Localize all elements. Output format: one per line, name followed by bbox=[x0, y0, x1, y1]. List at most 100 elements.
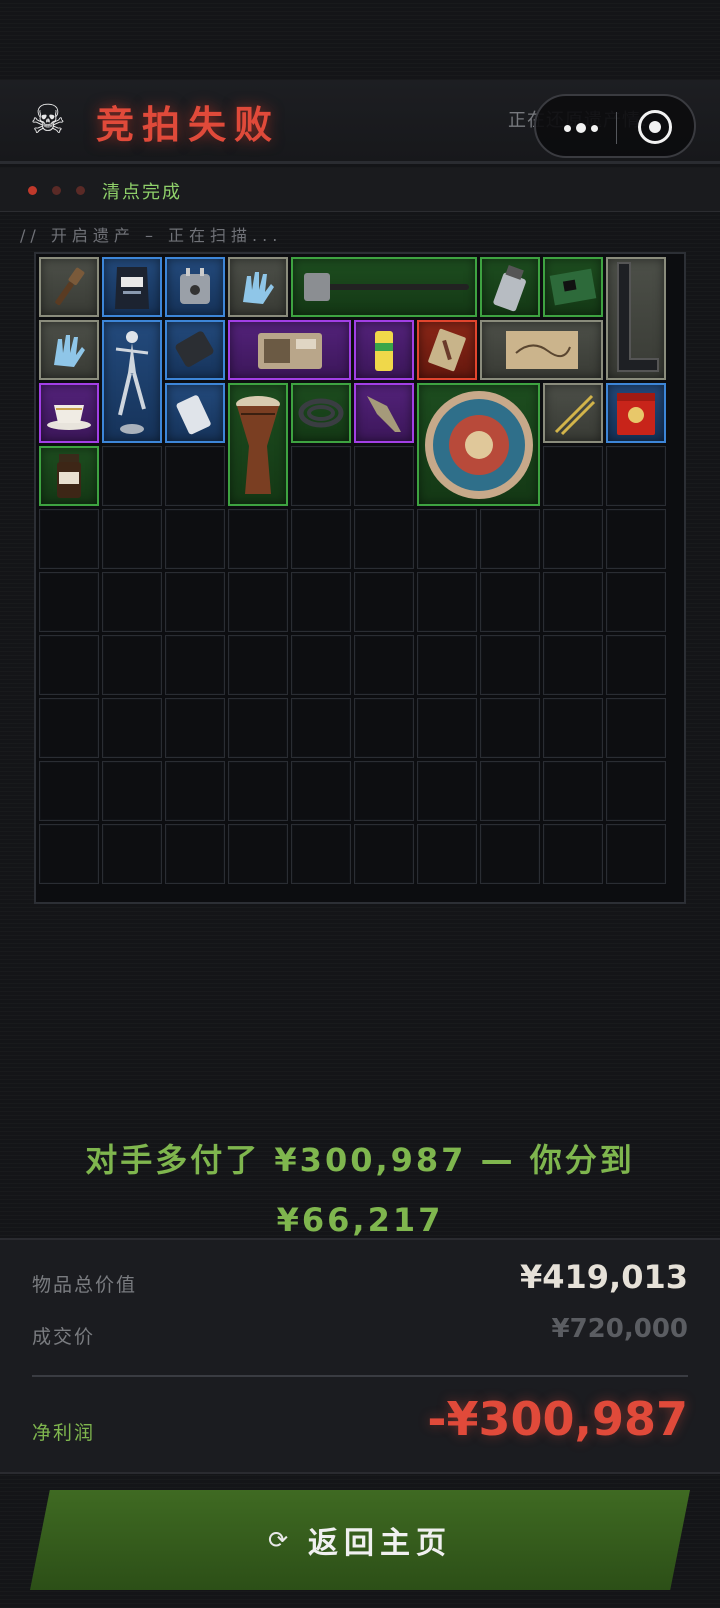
inventory-slot bbox=[102, 635, 162, 695]
inventory-slot bbox=[165, 698, 225, 758]
stage-label: 清点完成 bbox=[102, 182, 182, 203]
item-vintage-radio[interactable] bbox=[228, 320, 351, 380]
inventory-slot bbox=[543, 698, 603, 758]
ballerina-statue-icon bbox=[115, 330, 149, 434]
inventory-slot bbox=[102, 446, 162, 506]
teacup-icon bbox=[47, 405, 91, 430]
inventory-slot bbox=[102, 698, 162, 758]
coffee-bag-icon bbox=[115, 267, 149, 309]
stage-dot-3 bbox=[76, 186, 85, 195]
inventory-slot bbox=[417, 761, 477, 821]
item-metal-bracket[interactable] bbox=[606, 257, 666, 380]
item-coffee-bag[interactable] bbox=[102, 257, 162, 317]
red-tin-box-icon bbox=[617, 393, 655, 435]
travel-adapter-icon bbox=[180, 268, 210, 304]
inventory-slot bbox=[543, 824, 603, 884]
inventory-slot bbox=[291, 509, 351, 569]
chopsticks-icon bbox=[554, 394, 596, 436]
skull-icon: ☠ bbox=[30, 97, 66, 143]
inventory-slot bbox=[480, 761, 540, 821]
inventory-slot bbox=[102, 761, 162, 821]
sledgehammer-icon bbox=[304, 273, 469, 301]
inventory-slot bbox=[228, 824, 288, 884]
drink-can-icon bbox=[375, 331, 393, 371]
more-dots-icon[interactable] bbox=[556, 116, 606, 140]
inventory-slot bbox=[39, 698, 99, 758]
inventory-slot bbox=[354, 824, 414, 884]
item-coiled-hose[interactable] bbox=[291, 383, 351, 443]
item-old-map[interactable] bbox=[480, 320, 603, 380]
item-ballerina-statue[interactable] bbox=[102, 320, 162, 443]
item-drink-can[interactable] bbox=[354, 320, 414, 380]
inventory-slot bbox=[354, 509, 414, 569]
summary-divider bbox=[32, 1375, 688, 1377]
inventory-slot bbox=[417, 824, 477, 884]
inventory-slot bbox=[228, 761, 288, 821]
item-power-bank[interactable] bbox=[165, 320, 225, 380]
item-travel-adapter[interactable] bbox=[165, 257, 225, 317]
return-home-button[interactable]: ⟳ 返回主页 bbox=[30, 1490, 690, 1590]
capsule-divider bbox=[616, 112, 617, 144]
net-profit-label: 净利润 bbox=[32, 1422, 96, 1444]
inventory-slot bbox=[354, 761, 414, 821]
ornate-tile-icon bbox=[428, 328, 466, 372]
item-djembe-drum[interactable] bbox=[228, 383, 288, 506]
inventory-slot bbox=[480, 572, 540, 632]
deal-price-value: ¥720,000 bbox=[551, 1314, 688, 1344]
result-message: 对手多付了 ¥300,987 — 你分到 ¥66,217 bbox=[85, 1141, 635, 1239]
item-paintbrush[interactable] bbox=[39, 257, 99, 317]
item-lighter[interactable] bbox=[480, 257, 540, 317]
inventory-slot bbox=[417, 698, 477, 758]
inventory-slot bbox=[417, 635, 477, 695]
target-close-icon[interactable] bbox=[638, 110, 672, 144]
total-value-label: 物品总价值 bbox=[32, 1274, 138, 1296]
inventory-slot bbox=[606, 509, 666, 569]
metal-bracket-icon bbox=[617, 261, 659, 372]
inventory-slot bbox=[606, 698, 666, 758]
inventory-slot bbox=[417, 572, 477, 632]
item-decorative-plate[interactable] bbox=[417, 383, 540, 506]
rubber-gloves-icon bbox=[243, 272, 274, 304]
mini-program-capsule bbox=[534, 94, 696, 158]
inventory-slot bbox=[606, 572, 666, 632]
item-coffee-jar[interactable] bbox=[39, 446, 99, 506]
inventory-slot bbox=[291, 698, 351, 758]
inventory-slot bbox=[102, 824, 162, 884]
rubber-gloves-icon bbox=[54, 335, 85, 367]
inventory-slot bbox=[39, 509, 99, 569]
item-rubber-gloves[interactable] bbox=[228, 257, 288, 317]
inventory-slot bbox=[165, 509, 225, 569]
inventory-slot bbox=[39, 635, 99, 695]
inventory-slot bbox=[228, 635, 288, 695]
inventory-slot bbox=[354, 635, 414, 695]
item-sledgehammer[interactable] bbox=[291, 257, 477, 317]
inventory-slot bbox=[291, 572, 351, 632]
item-chopsticks[interactable] bbox=[543, 383, 603, 443]
inventory-slot bbox=[291, 446, 351, 506]
item-spearhead[interactable] bbox=[354, 383, 414, 443]
item-rubber-gloves[interactable] bbox=[39, 320, 99, 380]
item-circuit-board[interactable] bbox=[543, 257, 603, 317]
djembe-drum-icon bbox=[236, 395, 280, 494]
vintage-radio-icon bbox=[257, 333, 322, 369]
item-teacup[interactable] bbox=[39, 383, 99, 443]
inventory-slot bbox=[417, 509, 477, 569]
deal-price-label: 成交价 bbox=[32, 1326, 96, 1348]
inventory-slot bbox=[165, 761, 225, 821]
inventory-slot bbox=[165, 824, 225, 884]
net-profit-value: -¥300,987 bbox=[427, 1392, 688, 1446]
total-value: ¥419,013 bbox=[519, 1258, 688, 1296]
item-mp3-player[interactable] bbox=[165, 383, 225, 443]
inventory-slot bbox=[39, 761, 99, 821]
inventory-slot bbox=[102, 572, 162, 632]
coffee-jar-icon bbox=[57, 454, 81, 498]
power-bank-icon bbox=[175, 331, 214, 367]
inventory-slot bbox=[291, 635, 351, 695]
item-red-tin-box[interactable] bbox=[606, 383, 666, 443]
inventory-slot bbox=[165, 635, 225, 695]
item-ornate-tile[interactable] bbox=[417, 320, 477, 380]
inventory-slot bbox=[39, 572, 99, 632]
inventory-slot bbox=[543, 572, 603, 632]
inventory-slot bbox=[102, 509, 162, 569]
inventory-slot bbox=[480, 635, 540, 695]
